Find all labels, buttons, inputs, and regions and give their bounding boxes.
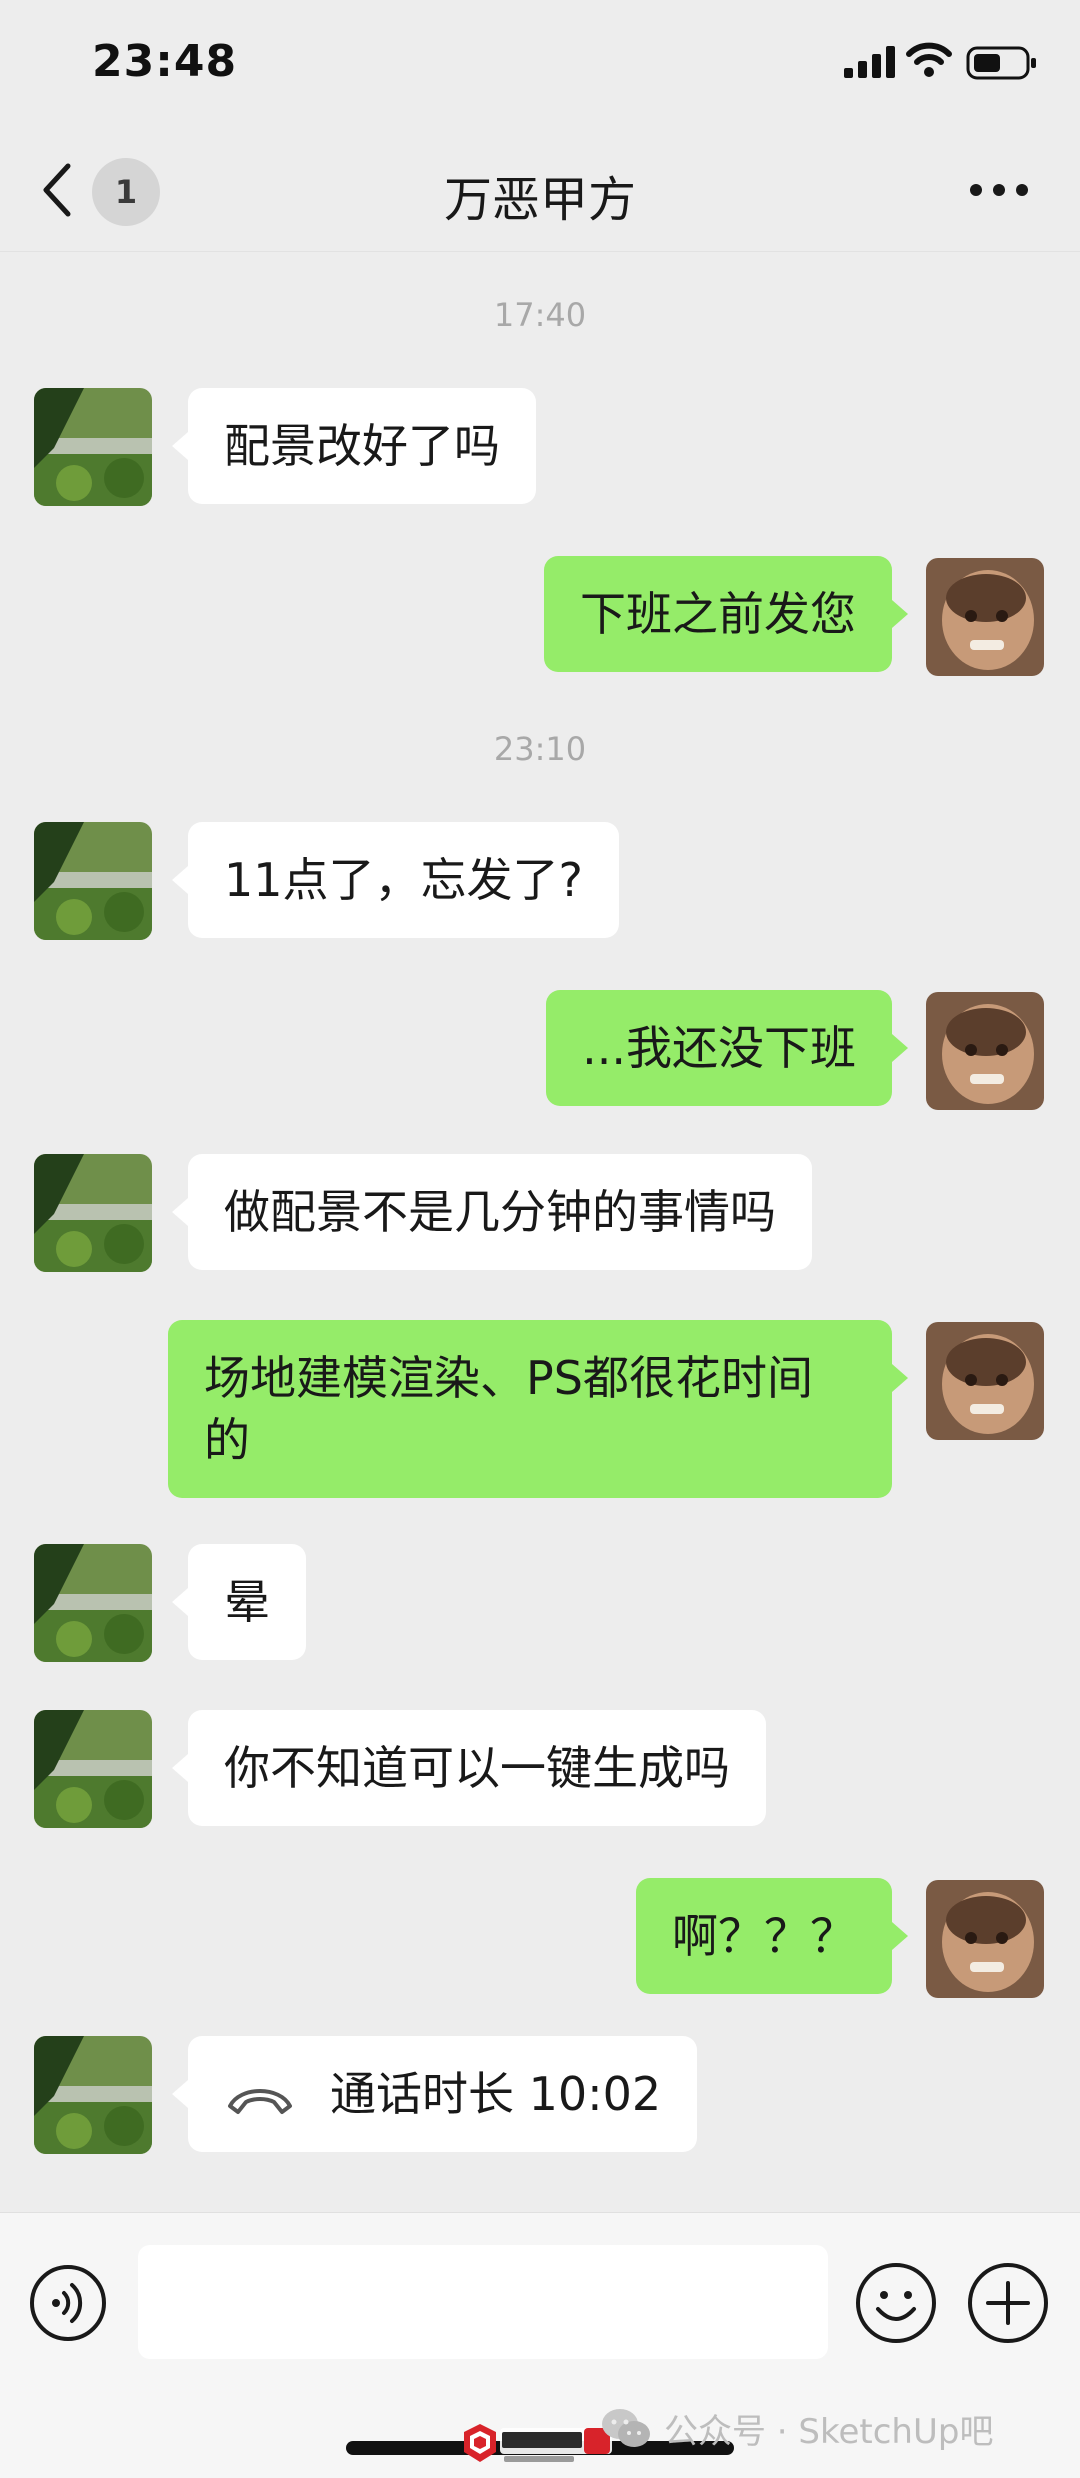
chat-screen: 23:48 1 万恶甲方 17:40 配景改好了吗 下班之前发您 23:10 1… bbox=[0, 0, 1080, 2478]
watermark-text: 公众号 · SketchUp吧 bbox=[664, 2411, 994, 2452]
chat-title: 万恶甲方 bbox=[443, 172, 636, 228]
phone-hangup-icon bbox=[228, 2088, 292, 2114]
message-timestamp: 23:10 bbox=[493, 730, 587, 768]
incoming-message[interactable]: 11点了，忘发了? bbox=[172, 822, 619, 938]
more-options-icon[interactable] bbox=[964, 170, 1034, 210]
plus-icon[interactable] bbox=[966, 2261, 1050, 2345]
incoming-message[interactable]: 做配景不是几分钟的事情吗 bbox=[172, 1154, 812, 1270]
call-duration-text: 通话时长 10:02 bbox=[330, 2067, 662, 2121]
outgoing-message[interactable]: 啊？？？ bbox=[636, 1878, 908, 1994]
incoming-message[interactable]: 晕 bbox=[172, 1544, 306, 1660]
battery-icon bbox=[966, 46, 1036, 80]
contact-avatar[interactable] bbox=[34, 1710, 152, 1828]
voice-input-icon[interactable] bbox=[28, 2263, 108, 2343]
message-input[interactable] bbox=[138, 2245, 828, 2359]
chat-nav-bar: 1 万恶甲方 bbox=[0, 130, 1080, 252]
contact-avatar[interactable] bbox=[34, 2036, 152, 2154]
contact-avatar[interactable] bbox=[34, 822, 152, 940]
contact-avatar[interactable] bbox=[34, 1154, 152, 1272]
my-avatar[interactable] bbox=[926, 1880, 1044, 1998]
emoji-icon[interactable] bbox=[854, 2261, 938, 2345]
watermark: 公众号 · SketchUp吧 bbox=[600, 2398, 993, 2458]
wifi-icon bbox=[906, 42, 952, 77]
contact-avatar[interactable] bbox=[34, 1544, 152, 1662]
outgoing-message[interactable]: 下班之前发您 bbox=[544, 556, 908, 672]
incoming-call-record[interactable]: 通话时长 10:02 bbox=[171, 2036, 698, 2152]
status-time: 23:48 bbox=[92, 36, 238, 87]
incoming-message[interactable]: 你不知道可以一键生成吗 bbox=[172, 1710, 766, 1826]
sketchup-logo bbox=[464, 2424, 612, 2462]
status-bar: 23:48 bbox=[0, 0, 1080, 130]
outgoing-message[interactable]: ...我还没下班 bbox=[546, 990, 908, 1106]
message-timestamp: 17:40 bbox=[493, 296, 587, 334]
incoming-message[interactable]: 配景改好了吗 bbox=[172, 388, 536, 504]
my-avatar[interactable] bbox=[926, 992, 1044, 1110]
outgoing-message[interactable]: 场地建模渲染、PS都很花时间的 bbox=[168, 1320, 908, 1498]
my-avatar[interactable] bbox=[926, 558, 1044, 676]
contact-avatar[interactable] bbox=[34, 388, 152, 506]
signal-icon bbox=[844, 46, 895, 78]
my-avatar[interactable] bbox=[926, 1322, 1044, 1440]
wechat-icon bbox=[602, 2409, 650, 2447]
